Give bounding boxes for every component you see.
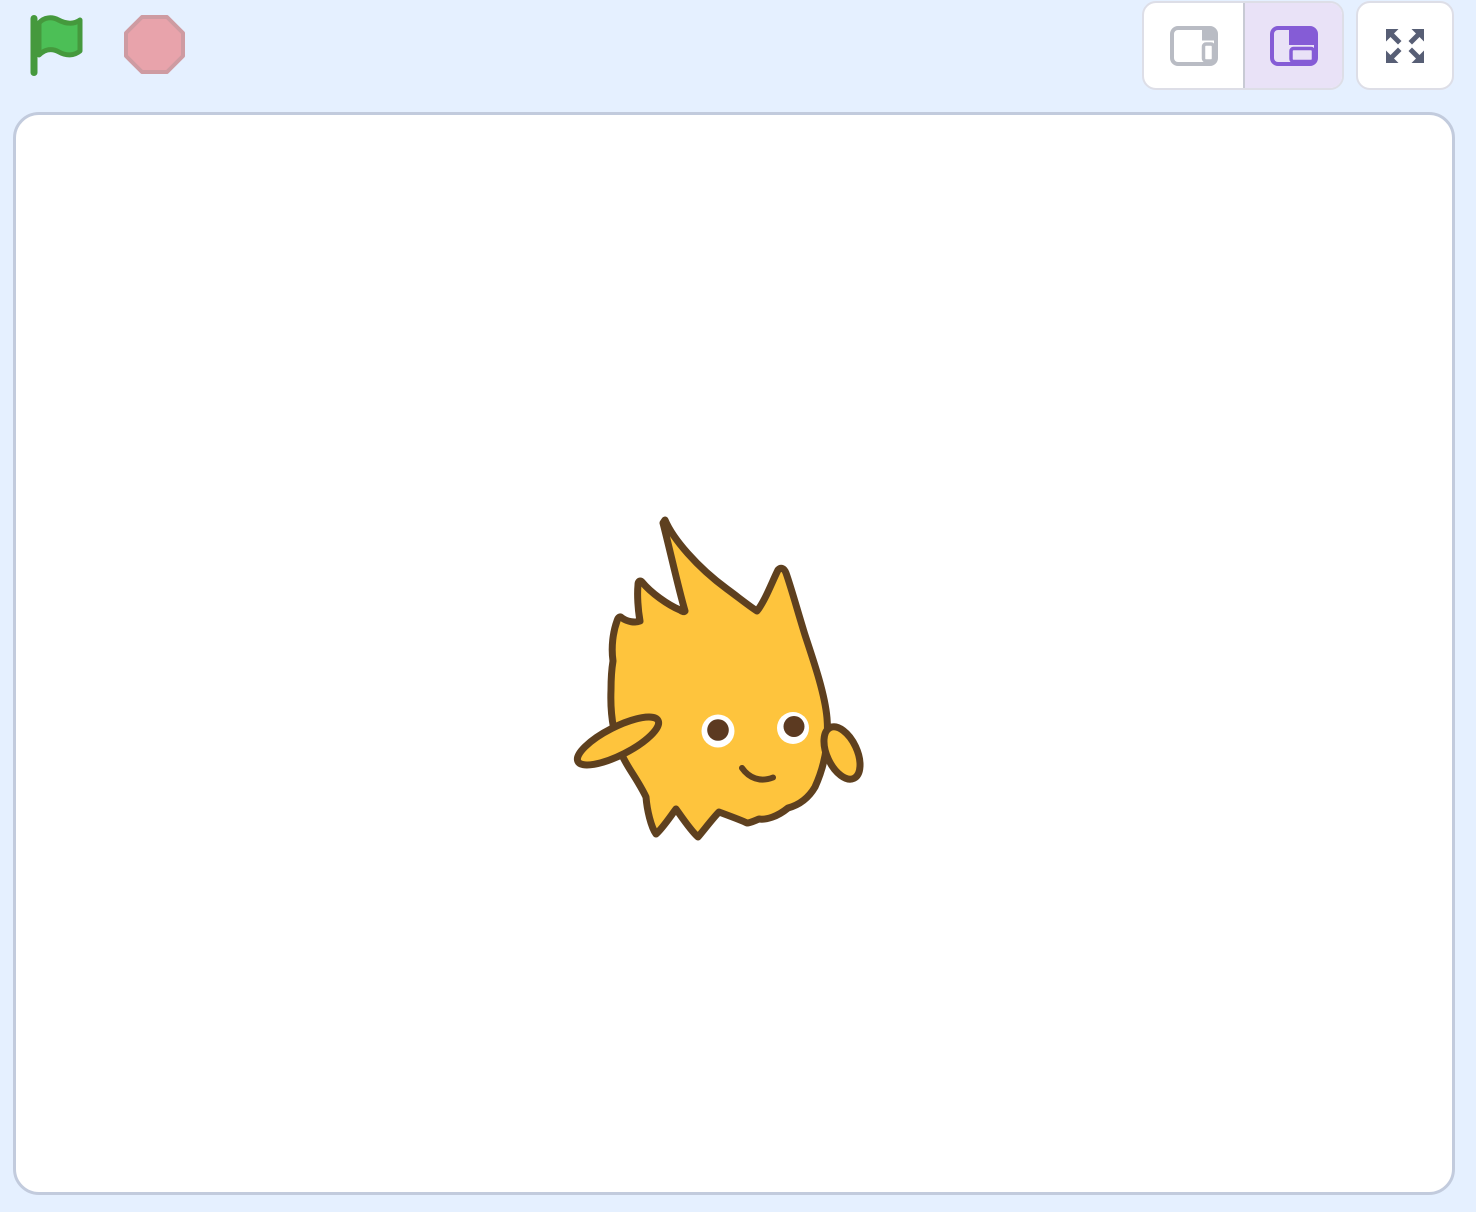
large-stage-button[interactable] (1243, 3, 1342, 88)
green-flag-icon (29, 14, 87, 77)
gobo-right-arm (817, 721, 868, 784)
stop-button[interactable] (123, 14, 185, 74)
stop-octagon (126, 17, 183, 72)
small-stage-icon (1169, 26, 1219, 66)
flag-banner (39, 17, 80, 54)
stage-size-toggle-group (1142, 1, 1344, 90)
gobo-right-pupil (784, 716, 805, 737)
large-stage-filled-corner (1289, 28, 1316, 45)
stage-canvas[interactable] (13, 112, 1455, 1195)
small-stage-filled-corner (1202, 28, 1216, 41)
gobo-sprite[interactable] (575, 505, 885, 855)
gobo-left-pupil (707, 719, 729, 741)
small-stage-inner-rect (1203, 44, 1213, 61)
large-stage-inner-rect (1291, 48, 1314, 61)
flag-pole (31, 15, 38, 76)
small-stage-button[interactable] (1144, 3, 1243, 88)
gobo-body-outline (611, 520, 828, 837)
green-flag-button[interactable] (28, 13, 88, 77)
gobo-body (572, 520, 868, 837)
fullscreen-icon (1383, 26, 1427, 66)
stage-page (0, 0, 1476, 1212)
stop-icon (124, 15, 185, 74)
fullscreen-button[interactable] (1356, 1, 1454, 90)
fullscreen-arrows (1386, 29, 1424, 63)
large-stage-icon (1269, 26, 1319, 66)
stage-header (0, 0, 1476, 112)
